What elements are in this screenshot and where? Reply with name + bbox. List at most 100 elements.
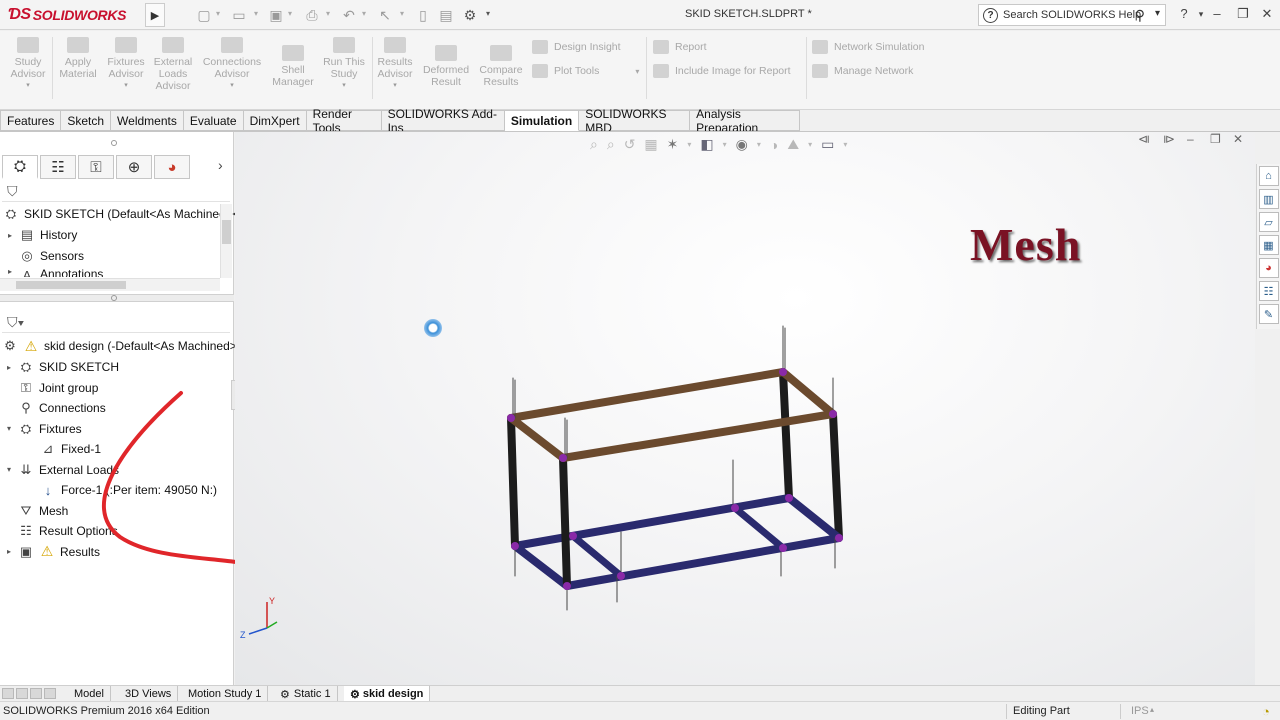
shell-manager-button[interactable]: Shell Manager bbox=[270, 45, 316, 88]
units-dropdown-icon[interactable]: ▴ bbox=[1150, 705, 1154, 714]
tree-item-annotations[interactable]: ▸ A Annotations bbox=[5, 267, 103, 277]
expand-icon[interactable]: ▸ bbox=[4, 547, 14, 556]
open-dropdown-icon[interactable]: ▾ bbox=[254, 9, 258, 18]
restore-icon[interactable]: ❐ bbox=[1234, 6, 1252, 22]
skid-frame-model[interactable] bbox=[495, 320, 855, 620]
design-insight-button[interactable]: Design Insight bbox=[532, 40, 621, 54]
collapse-left-icon[interactable]: ⧏ bbox=[1138, 132, 1150, 146]
tree-item-sensors[interactable]: ◎ Sensors bbox=[5, 246, 84, 266]
dimxpert-manager-tab-icon[interactable]: ⊕ bbox=[116, 155, 152, 179]
connections-dropdown-icon[interactable]: ▾ bbox=[200, 80, 264, 92]
viewport-minimize-icon[interactable]: – bbox=[1187, 132, 1194, 146]
tab-features[interactable]: Features bbox=[0, 110, 62, 131]
filter-icon[interactable]: ⛉▾ bbox=[7, 314, 24, 331]
viewport-close-icon[interactable]: ✕ bbox=[1233, 132, 1243, 146]
study-item-skid-sketch[interactable]: ▸ ⛭ SKID SKETCH bbox=[4, 357, 119, 377]
splitter-grip-icon[interactable] bbox=[111, 295, 117, 301]
study-advisor-button[interactable]: Study Advisor ▾ bbox=[8, 37, 48, 92]
zoom-to-area-icon[interactable]: ⌕ bbox=[607, 136, 615, 153]
new-dropdown-icon[interactable]: ▾ bbox=[216, 9, 220, 18]
tab-motion-study-1[interactable]: Motion Study 1 bbox=[182, 686, 269, 702]
report-button[interactable]: Report bbox=[653, 40, 707, 54]
search-dropdown-icon[interactable]: ▾ bbox=[1155, 8, 1160, 19]
view-palette-icon[interactable]: ▦ bbox=[1258, 235, 1279, 255]
undo-dropdown-icon[interactable]: ▾ bbox=[362, 9, 366, 18]
expand-icon[interactable]: ▸ bbox=[5, 231, 15, 240]
hide-show-items-icon[interactable]: ◉ bbox=[736, 136, 748, 153]
view-settings-icon[interactable]: ▭ bbox=[821, 136, 834, 153]
view-settings-dropdown-icon[interactable]: ▾ bbox=[843, 140, 847, 149]
display-style-icon[interactable]: ◧ bbox=[700, 136, 713, 153]
expand-icon[interactable]: ▾ bbox=[4, 424, 14, 433]
apply-scene-icon[interactable]: ⛰ bbox=[787, 136, 799, 153]
undo-icon[interactable]: ↶ bbox=[340, 6, 358, 24]
tab-skid-design[interactable]: ⚙ skid design bbox=[344, 686, 431, 702]
feature-filter[interactable]: ⛉ bbox=[2, 182, 230, 202]
search-icon[interactable]: ⚲ bbox=[1135, 7, 1145, 24]
design-library-icon[interactable]: ▥ bbox=[1258, 189, 1279, 209]
deformed-result-button[interactable]: Deformed Result bbox=[420, 45, 472, 88]
zoom-to-fit-icon[interactable]: ⌕ bbox=[590, 136, 598, 153]
custom-properties-icon[interactable]: ☷ bbox=[1258, 281, 1279, 301]
first-tab-icon[interactable] bbox=[2, 688, 14, 699]
unit-system-text[interactable]: IPS bbox=[1131, 705, 1149, 717]
include-image-button[interactable]: Include Image for Report bbox=[653, 64, 791, 78]
select-dropdown-icon[interactable]: ▾ bbox=[400, 9, 404, 18]
last-tab-icon[interactable] bbox=[44, 688, 56, 699]
expand-icon[interactable]: ▸ bbox=[4, 363, 14, 372]
panel-splitter[interactable] bbox=[0, 294, 234, 302]
expand-icon[interactable]: ▾ bbox=[4, 465, 14, 474]
file-explorer-icon[interactable]: ▱ bbox=[1258, 212, 1279, 232]
section-view-icon[interactable]: ▦ bbox=[644, 136, 657, 153]
file-properties-icon[interactable]: ▤ bbox=[437, 6, 455, 24]
network-simulation-button[interactable]: Network Simulation bbox=[812, 40, 924, 54]
display-manager-tab-icon[interactable]: ◕ bbox=[154, 155, 190, 179]
tree-item-history[interactable]: ▸ ▤ History bbox=[5, 225, 77, 245]
run-study-dropdown-icon[interactable]: ▾ bbox=[320, 80, 368, 92]
tab-weldments[interactable]: Weldments bbox=[111, 110, 184, 131]
results-dropdown-icon[interactable]: ▾ bbox=[374, 80, 416, 92]
previous-view-icon[interactable]: ↺ bbox=[624, 136, 636, 153]
edit-appearance-icon[interactable]: ◑ bbox=[770, 137, 778, 153]
menu-expand-icon[interactable]: ▶ bbox=[145, 3, 165, 27]
panel-grip-icon[interactable] bbox=[111, 140, 117, 146]
tab-analysis-preparation[interactable]: Analysis Preparation bbox=[690, 107, 800, 135]
expand-icon[interactable]: ▸ bbox=[5, 267, 15, 276]
feature-tree-hscrollbar[interactable] bbox=[0, 278, 220, 291]
results-advisor-button[interactable]: Results Advisor ▾ bbox=[374, 37, 416, 92]
rebuild-status-icon[interactable]: ◔ bbox=[1262, 704, 1270, 719]
tab-sketch[interactable]: Sketch bbox=[61, 110, 112, 131]
tab-static-1[interactable]: ⚙ Static 1 bbox=[274, 686, 338, 702]
tree-root-part[interactable]: ⛭ SKID SKETCH (Default<As Machined>< bbox=[3, 204, 240, 224]
filter-icon[interactable]: ⛉ bbox=[7, 183, 18, 200]
display-style-dropdown-icon[interactable]: ▾ bbox=[723, 140, 727, 149]
save-icon[interactable]: ▣ bbox=[267, 6, 285, 24]
prev-tab-icon[interactable] bbox=[16, 688, 28, 699]
rebuild-icon[interactable]: ▯ bbox=[414, 6, 432, 24]
dynamic-annotation-icon[interactable]: ✶ bbox=[667, 136, 679, 153]
property-manager-tab-icon[interactable]: ☷ bbox=[40, 155, 76, 179]
study-item-mesh[interactable]: ⛛ Mesh bbox=[4, 501, 69, 521]
select-icon[interactable]: ↖ bbox=[376, 6, 394, 24]
tab-solidworks-addins[interactable]: SOLIDWORKS Add-Ins bbox=[381, 107, 505, 135]
manage-network-button[interactable]: Manage Network bbox=[812, 64, 913, 78]
fixtures-dropdown-icon[interactable]: ▾ bbox=[104, 80, 148, 92]
external-loads-advisor-button[interactable]: External Loads Advisor bbox=[150, 37, 196, 92]
print-icon[interactable]: ⎙ bbox=[303, 6, 321, 24]
feature-tree-scrollbar[interactable] bbox=[220, 204, 232, 278]
options-gear-icon[interactable]: ⚙ bbox=[461, 6, 479, 24]
feature-tree-tab-icon[interactable]: ⛭ bbox=[2, 155, 38, 179]
study-filter[interactable]: ⛉▾ bbox=[2, 313, 230, 333]
help-icon[interactable]: ? bbox=[1175, 6, 1193, 21]
apply-scene-dropdown-icon[interactable]: ▾ bbox=[808, 140, 812, 149]
help-search-input[interactable]: ? Search SOLIDWORKS Help ⚲ ▾ bbox=[978, 4, 1166, 26]
plot-tools-dropdown-icon[interactable]: ▾ bbox=[635, 67, 639, 76]
tab-dimxpert[interactable]: DimXpert bbox=[243, 110, 307, 131]
tab-solidworks-mbd[interactable]: SOLIDWORKS MBD bbox=[579, 107, 691, 135]
new-document-icon[interactable]: ▢ bbox=[195, 6, 213, 24]
apply-material-button[interactable]: Apply Material bbox=[56, 37, 100, 80]
graphics-area[interactable]: ⌕ ⌕ ↺ ▦ ✶ ▾ ◧ ▾ ◉ ▾ ◑ ⛰ ▾ ▭ ▾ ⧏ ⧐ – ❐ ✕ … bbox=[235, 132, 1255, 685]
viewport-restore-icon[interactable]: ❐ bbox=[1210, 132, 1221, 146]
save-dropdown-icon[interactable]: ▾ bbox=[288, 9, 292, 18]
tab-evaluate[interactable]: Evaluate bbox=[183, 110, 244, 131]
